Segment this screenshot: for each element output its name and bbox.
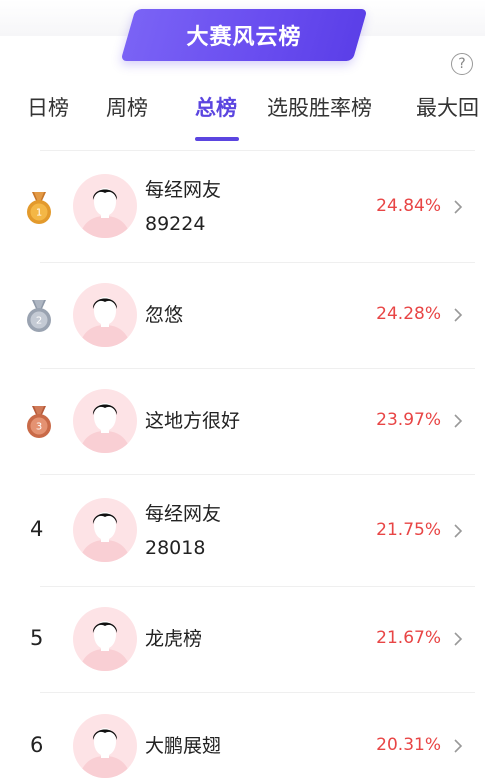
rank-number: 4 [30, 517, 44, 541]
ranking-row-6[interactable]: 6 大鹏展翅 20.31% [0, 692, 485, 780]
user-avatar-icon [79, 188, 131, 238]
tab-weekly[interactable]: 周榜 [106, 92, 148, 122]
tab-overall[interactable]: 总榜 [195, 92, 237, 122]
avatar [73, 283, 137, 347]
avatar [73, 174, 137, 238]
svg-text:3: 3 [36, 422, 42, 433]
return-rate: 24.28% [376, 304, 441, 324]
ranking-row-2[interactable]: 2 忽悠 24.28% [0, 262, 485, 368]
return-rate: 20.31% [376, 735, 441, 755]
tab-max-drawdown[interactable]: 最大回 [416, 92, 479, 122]
user-avatar-icon [79, 512, 131, 562]
chevron-right-icon [454, 308, 463, 322]
chevron-right-icon [454, 739, 463, 753]
title-banner: 大赛风云榜 [120, 9, 368, 61]
chevron-right-icon [454, 632, 463, 646]
avatar [73, 498, 137, 562]
svg-text:1: 1 [36, 208, 42, 219]
user-name-line: 这地方很好 [145, 410, 241, 432]
tab-daily[interactable]: 日榜 [27, 92, 69, 122]
user-name-line: 28018 [145, 537, 206, 559]
rank-number: 5 [30, 626, 44, 650]
user-name-line: 每经网友 [145, 179, 222, 201]
return-rate: 23.97% [376, 410, 441, 430]
rank-number: 6 [30, 733, 44, 757]
svg-text:2: 2 [36, 316, 42, 327]
user-name-line: 大鹏展翅 [145, 735, 222, 757]
bronze-medal-icon: 3 [27, 406, 51, 438]
avatar [73, 714, 137, 778]
active-tab-indicator [195, 137, 239, 141]
return-rate: 21.75% [376, 520, 441, 540]
gold-medal-icon: 1 [27, 192, 51, 224]
user-avatar-icon [79, 297, 131, 347]
user-name-line: 龙虎榜 [145, 628, 203, 650]
page-title: 大赛风云榜 [186, 25, 302, 50]
user-avatar-icon [79, 403, 131, 453]
chevron-right-icon [454, 524, 463, 538]
return-rate: 24.84% [376, 196, 441, 216]
avatar [73, 607, 137, 671]
tab-win-rate[interactable]: 选股胜率榜 [267, 92, 372, 122]
chevron-right-icon [454, 200, 463, 214]
ranking-row-1[interactable]: 1 每经网友 89224 24.84% [0, 150, 485, 262]
avatar [73, 389, 137, 453]
user-name-line: 每经网友 [145, 503, 222, 525]
silver-medal-icon: 2 [27, 300, 51, 332]
user-name-line: 忽悠 [145, 304, 184, 326]
user-avatar-icon [79, 728, 131, 778]
user-avatar-icon [79, 621, 131, 671]
help-icon[interactable]: ? [451, 53, 473, 75]
ranking-row-4[interactable]: 4 每经网友 28018 21.75% [0, 474, 485, 586]
ranking-row-3[interactable]: 3 这地方很好 23.97% [0, 368, 485, 474]
tab-bar: 日榜 周榜 总榜 选股胜率榜 最大回 [0, 92, 485, 142]
return-rate: 21.67% [376, 628, 441, 648]
user-name-line: 89224 [145, 213, 206, 235]
chevron-right-icon [454, 414, 463, 428]
ranking-row-5[interactable]: 5 龙虎榜 21.67% [0, 586, 485, 692]
